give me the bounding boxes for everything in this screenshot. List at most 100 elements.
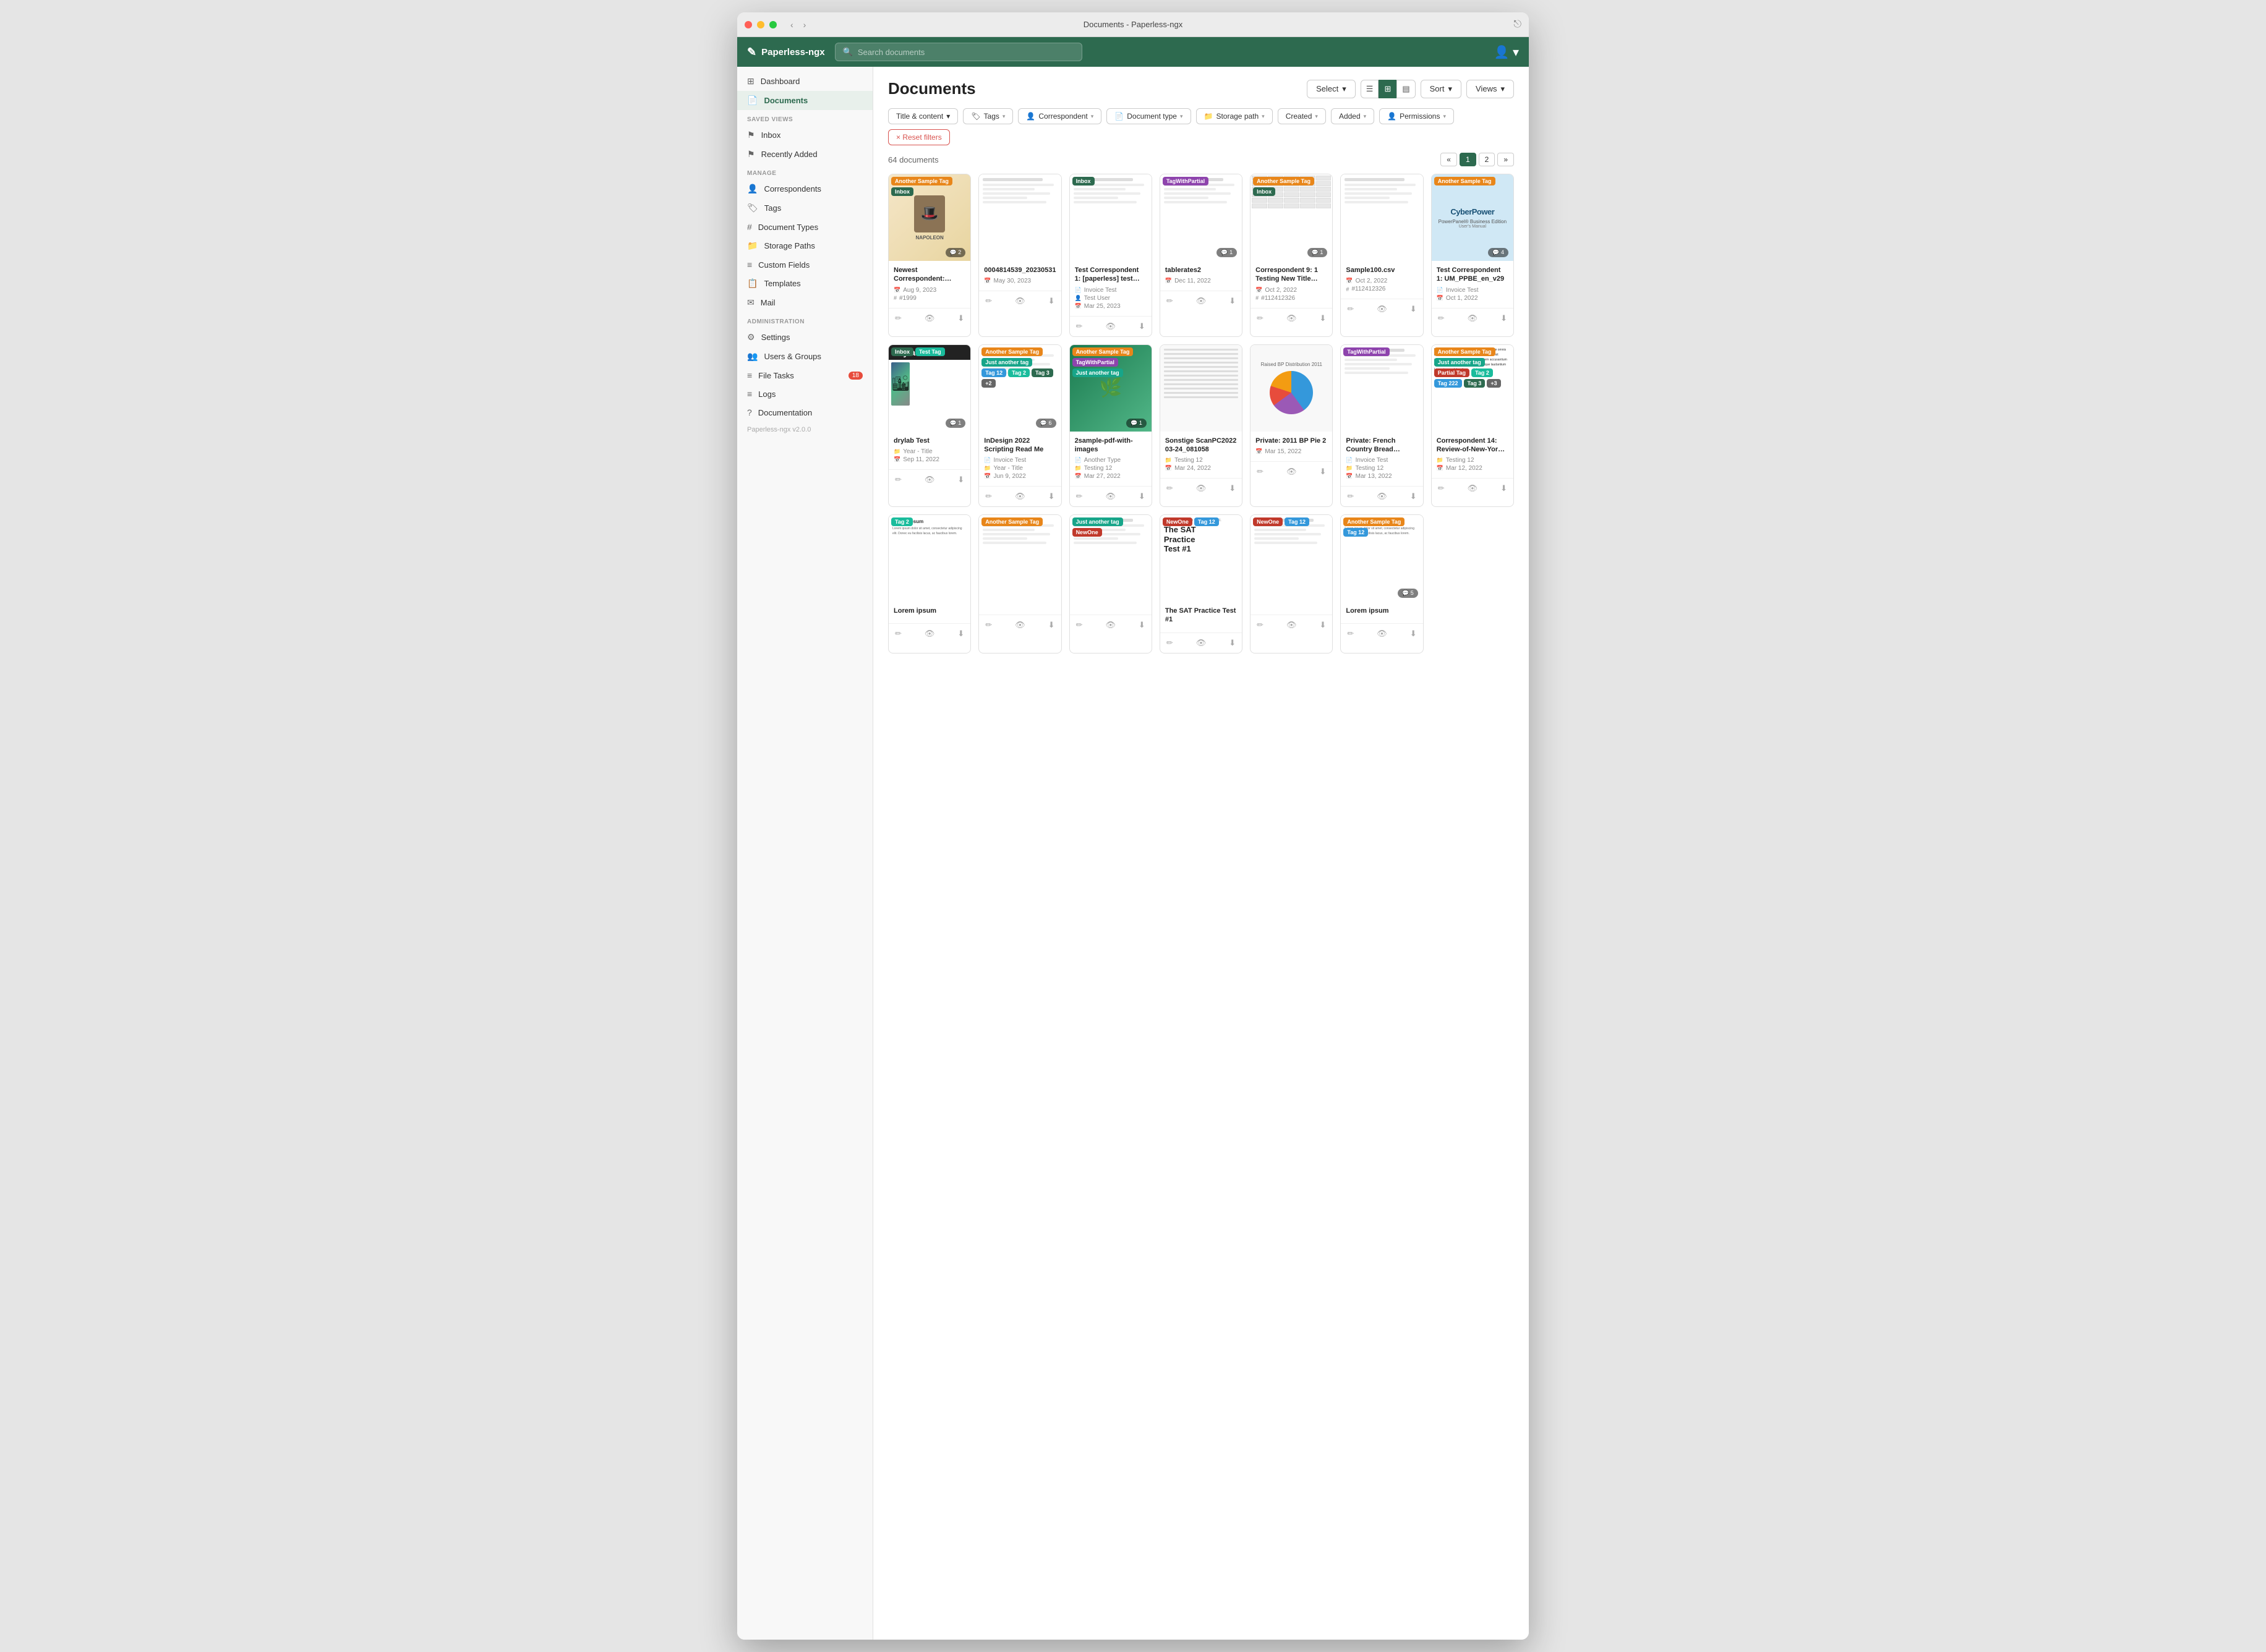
sidebar-item-users-groups[interactable]: 👥 Users & Groups xyxy=(737,347,873,366)
download-button[interactable]: ⬇ xyxy=(1499,312,1508,325)
document-card-2[interactable]: 0004814539_20230531 📅 May 30, 2023 ✏ 👁 ⬇ xyxy=(978,174,1061,337)
document-card-13[interactable]: TagWithPartial Private: French Country B… xyxy=(1340,344,1423,508)
edit-button[interactable]: ✏ xyxy=(1165,295,1174,307)
detail-view-button[interactable]: ▤ xyxy=(1396,80,1415,98)
download-button[interactable]: ⬇ xyxy=(1319,466,1328,478)
document-card-5[interactable]: Another Sample TagInbox 💬 1 Corresponden… xyxy=(1250,174,1333,337)
edit-button[interactable]: ✏ xyxy=(1165,637,1174,649)
edit-button[interactable]: ✏ xyxy=(1075,490,1084,503)
document-card-1[interactable]: 🎩 NAPOLEON Another Sample TagInbox 💬 2 N… xyxy=(888,174,971,337)
document-card-8[interactable]: Drylab 🏙 InboxTest Tag 💬 1 drylab Test 📁… xyxy=(888,344,971,508)
sidebar-item-documentation[interactable]: ? Documentation xyxy=(737,403,873,422)
edit-button[interactable]: ✏ xyxy=(984,490,993,503)
preview-button[interactable]: 👁 xyxy=(1375,303,1388,315)
select-button[interactable]: Select ▾ xyxy=(1307,80,1356,98)
download-button[interactable]: ⬇ xyxy=(1047,619,1056,631)
sidebar-item-dashboard[interactable]: ⊞ Dashboard xyxy=(737,72,873,91)
download-button[interactable]: ⬇ xyxy=(1409,490,1418,503)
document-card-20[interactable]: Lorem ipsum Lorem ipsum dolor sit amet, … xyxy=(1340,514,1423,654)
download-button[interactable]: ⬇ xyxy=(956,628,965,640)
download-button[interactable]: ⬇ xyxy=(1319,619,1328,631)
user-menu-button[interactable]: 👤 ▾ xyxy=(1494,45,1520,60)
edit-button[interactable]: ✏ xyxy=(1255,619,1265,631)
document-card-4[interactable]: TagWithPartial 💬 1 tablerates2 📅 Dec 11,… xyxy=(1160,174,1242,337)
title-content-filter[interactable]: Title & content ▾ xyxy=(888,108,958,124)
preview-button[interactable]: 👁 xyxy=(1014,619,1027,631)
preview-button[interactable]: 👁 xyxy=(1195,637,1208,649)
sidebar-item-mail[interactable]: ✉ Mail xyxy=(737,293,873,312)
edit-button[interactable]: ✏ xyxy=(1075,619,1084,631)
views-button[interactable]: Views ▾ xyxy=(1466,80,1514,98)
sidebar-item-templates[interactable]: 📋 Templates xyxy=(737,274,873,293)
search-bar[interactable]: 🔍 xyxy=(835,43,1082,61)
edit-button[interactable]: ✏ xyxy=(1346,490,1355,503)
close-button[interactable] xyxy=(745,21,752,28)
download-button[interactable]: ⬇ xyxy=(1228,637,1237,649)
permissions-filter-button[interactable]: 👤 Permissions ▾ xyxy=(1379,108,1454,124)
download-button[interactable]: ⬇ xyxy=(1228,482,1237,495)
document-card-18[interactable]: Make time to take the practice test. The… xyxy=(1160,514,1242,654)
download-button[interactable]: ⬇ xyxy=(1047,490,1056,503)
edit-button[interactable]: ✏ xyxy=(1346,303,1355,315)
document-card-15[interactable]: Lorem ipsum Lorem ipsum dolor sit amet, … xyxy=(888,514,971,654)
prev-page-button[interactable]: « xyxy=(1440,153,1457,166)
preview-button[interactable]: 👁 xyxy=(923,474,936,486)
document-type-filter-button[interactable]: 📄 Document type ▾ xyxy=(1106,108,1191,124)
edit-button[interactable]: ✏ xyxy=(984,295,993,307)
preview-button[interactable]: 👁 xyxy=(923,628,936,640)
page-2-button[interactable]: 2 xyxy=(1479,153,1495,166)
download-button[interactable]: ⬇ xyxy=(956,312,965,325)
download-button[interactable]: ⬇ xyxy=(1319,312,1328,325)
edit-button[interactable]: ✏ xyxy=(1437,312,1446,325)
edit-button[interactable]: ✏ xyxy=(1437,482,1446,495)
added-filter-button[interactable]: Added ▾ xyxy=(1331,108,1374,124)
edit-button[interactable]: ✏ xyxy=(1346,628,1355,640)
edit-button[interactable]: ✏ xyxy=(1255,466,1265,478)
document-card-3[interactable]: Inbox Test Correspondent 1: [paperless] … xyxy=(1069,174,1152,337)
edit-button[interactable]: ✏ xyxy=(894,312,903,325)
download-button[interactable]: ⬇ xyxy=(1137,320,1147,333)
edit-button[interactable]: ✏ xyxy=(894,628,903,640)
edit-button[interactable]: ✏ xyxy=(1165,482,1174,495)
search-input[interactable] xyxy=(858,48,1074,57)
sort-button[interactable]: Sort ▾ xyxy=(1421,80,1461,98)
download-button[interactable]: ⬇ xyxy=(1499,482,1508,495)
sidebar-item-inbox[interactable]: ⚑ Inbox xyxy=(737,126,873,145)
list-view-button[interactable]: ☰ xyxy=(1361,80,1379,98)
share-icon[interactable]: ⎋ xyxy=(1513,19,1521,30)
download-button[interactable]: ⬇ xyxy=(1137,619,1147,631)
download-button[interactable]: ⬇ xyxy=(956,474,965,486)
document-card-9[interactable]: Another Sample TagJust another tagTag 12… xyxy=(978,344,1061,508)
sidebar-item-document-types[interactable]: # Document Types xyxy=(737,218,873,236)
maximize-button[interactable] xyxy=(769,21,777,28)
preview-button[interactable]: 👁 xyxy=(1285,312,1298,325)
preview-button[interactable]: 👁 xyxy=(1104,490,1117,503)
edit-button[interactable]: ✏ xyxy=(894,474,903,486)
preview-button[interactable]: 👁 xyxy=(1014,295,1027,307)
download-button[interactable]: ⬇ xyxy=(1137,490,1147,503)
preview-button[interactable]: 👁 xyxy=(1195,482,1208,495)
download-button[interactable]: ⬇ xyxy=(1047,295,1056,307)
created-filter-button[interactable]: Created ▾ xyxy=(1278,108,1326,124)
document-card-7[interactable]: CyberPower PowerPanel® Business Edition … xyxy=(1431,174,1514,337)
preview-button[interactable]: 👁 xyxy=(1466,482,1479,495)
storage-path-filter-button[interactable]: 📁 Storage path ▾ xyxy=(1196,108,1273,124)
preview-button[interactable]: 👁 xyxy=(923,312,936,325)
sidebar-item-tags[interactable]: 🏷 Tags xyxy=(737,198,873,218)
document-card-6[interactable]: Sample100.csv 📅 Oct 2, 2022 # #112412326… xyxy=(1340,174,1423,337)
grid-view-button[interactable]: ⊞ xyxy=(1379,80,1396,98)
sidebar-item-settings[interactable]: ⚙ Settings xyxy=(737,328,873,347)
preview-button[interactable]: 👁 xyxy=(1375,628,1388,640)
minimize-button[interactable] xyxy=(757,21,764,28)
sidebar-item-correspondents[interactable]: 👤 Correspondents xyxy=(737,179,873,198)
edit-button[interactable]: ✏ xyxy=(984,619,993,631)
edit-button[interactable]: ✏ xyxy=(1075,320,1084,333)
download-button[interactable]: ⬇ xyxy=(1409,303,1418,315)
brand[interactable]: ✎ Paperless-ngx xyxy=(747,46,825,59)
document-card-12[interactable]: Raised BP Distribution 2011 Private: 201… xyxy=(1250,344,1333,508)
sidebar-item-custom-fields[interactable]: ≡ Custom Fields xyxy=(737,255,873,274)
back-button[interactable]: ‹ xyxy=(787,19,797,31)
sidebar-item-file-tasks[interactable]: ≡ File Tasks 18 xyxy=(737,366,873,385)
download-button[interactable]: ⬇ xyxy=(1228,295,1237,307)
correspondent-filter-button[interactable]: 👤 Correspondent ▾ xyxy=(1018,108,1101,124)
